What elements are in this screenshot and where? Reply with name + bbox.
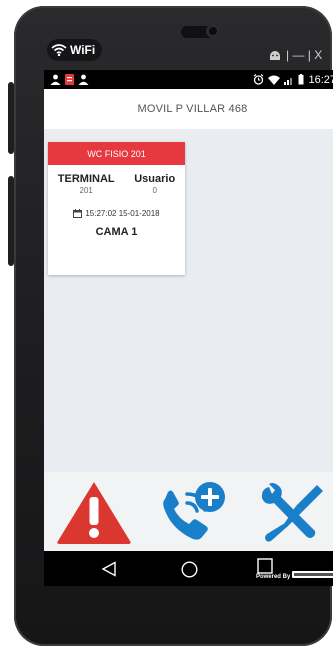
wifi-icon — [51, 44, 67, 56]
back-button[interactable] — [99, 560, 119, 578]
room-name: WC FISIO 201 — [87, 148, 146, 159]
screen: 16:27 MOVIL P VILLAR 468 WC FISIO 201 TE… — [44, 70, 333, 586]
app-notification-icon — [65, 74, 74, 85]
status-time: 16:27 — [308, 73, 333, 86]
wifi-badge: WiFi — [47, 39, 103, 61]
room-card[interactable]: WC FISIO 201 TERMINAL 201 Usuario 0 15:2… — [48, 142, 185, 275]
cell-signal-icon — [284, 77, 293, 85]
side-button-lower[interactable] — [8, 176, 14, 266]
powered-by: Powered By — [256, 571, 333, 580]
window-controls: | — | X — [269, 48, 322, 62]
usuario-column: Usuario 0 — [134, 173, 175, 195]
window-controls-text[interactable]: | — | X — [286, 48, 322, 62]
android-robot-icon — [270, 50, 280, 60]
room-card-header: WC FISIO 201 — [48, 142, 185, 165]
page-title: MOVIL P VILLAR 468 — [137, 103, 248, 115]
terminal-label: TERMINAL — [57, 173, 115, 185]
datetime-text: 15:27:02 15-01-2018 — [85, 209, 160, 218]
settings-button[interactable] — [251, 477, 333, 547]
call-button[interactable] — [152, 477, 234, 547]
person-icon — [78, 74, 89, 85]
card-datetime: 15:27:02 15-01-2018 — [48, 209, 185, 218]
terminal-value: 201 — [79, 186, 93, 195]
calendar-icon — [73, 209, 83, 218]
wifi-signal-icon — [268, 75, 281, 85]
wifi-label: WiFi — [70, 43, 96, 57]
home-circle-icon — [180, 560, 198, 578]
terminal-column: TERMINAL 201 — [58, 173, 115, 195]
front-camera — [206, 24, 220, 38]
app-title-bar: MOVIL P VILLAR 468 — [44, 89, 333, 129]
back-triangle-icon — [101, 561, 116, 577]
battery-icon — [298, 74, 304, 85]
home-button[interactable] — [179, 560, 199, 578]
side-button-upper[interactable] — [8, 82, 14, 154]
phone-add-icon — [162, 481, 225, 540]
alarm-icon — [254, 74, 264, 85]
brand-logo — [292, 571, 333, 578]
status-bar: 16:27 — [44, 70, 333, 89]
warning-triangle-icon — [56, 481, 131, 544]
alert-button[interactable] — [53, 477, 135, 547]
action-bar — [44, 472, 333, 551]
person-icon — [50, 74, 61, 85]
system-nav-bar: Powered By — [44, 551, 333, 586]
wrench-screwdriver-icon — [261, 482, 323, 542]
phone-frame: WiFi | — | X 16:27 MOVIL P VILLAR 468 WC… — [8, 6, 333, 646]
usuario-label: Usuario — [134, 173, 176, 185]
bed-label: CAMA 1 — [95, 226, 138, 238]
powered-by-label: Powered By — [255, 574, 291, 580]
usuario-value: 0 — [152, 186, 157, 195]
